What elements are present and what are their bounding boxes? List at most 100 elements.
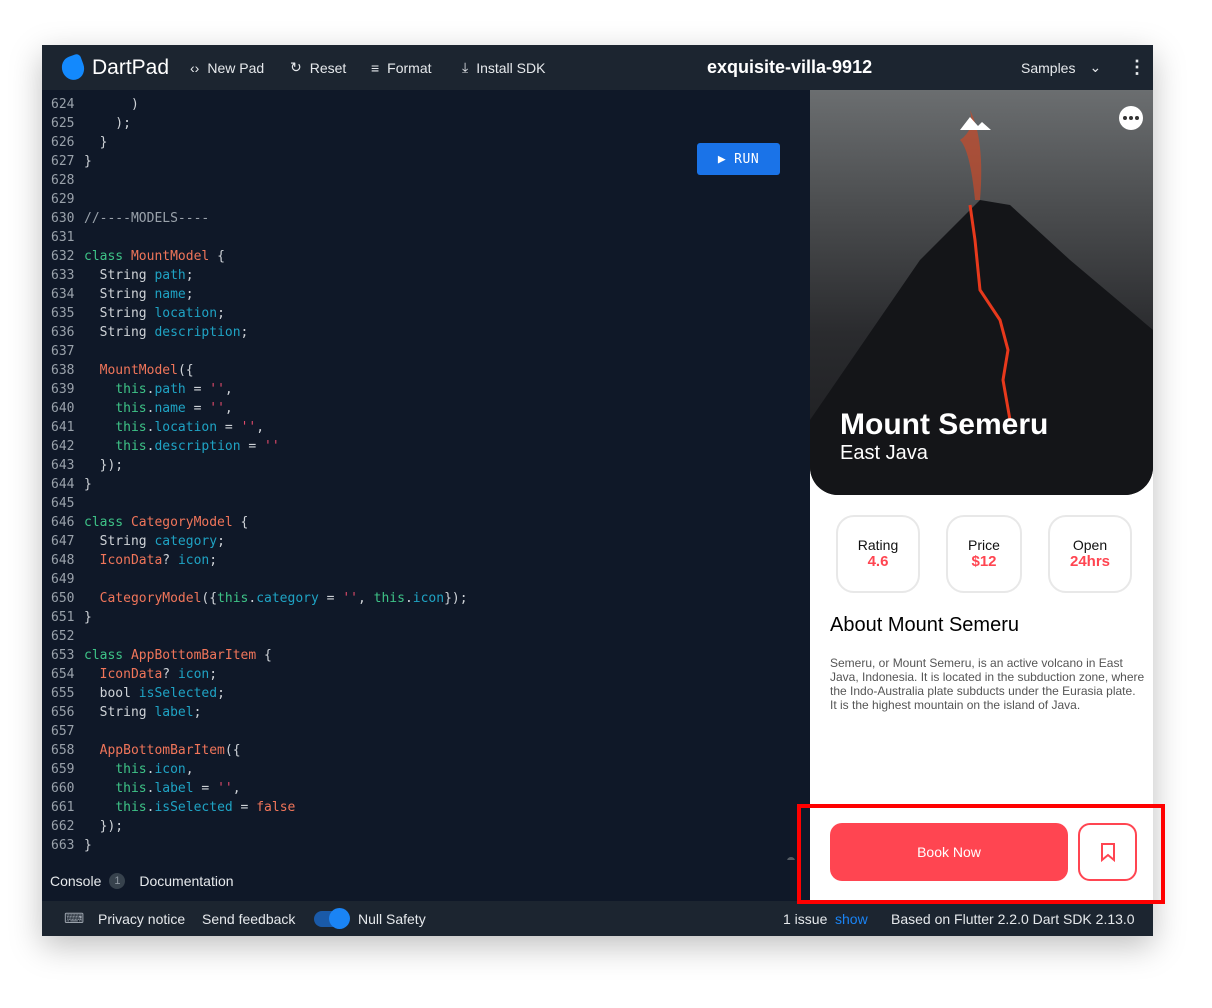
code-token: name: [154, 401, 186, 416]
stat-value: $12: [971, 553, 997, 570]
code-line: 649: [42, 570, 808, 589]
documentation-tab[interactable]: Documentation: [139, 873, 233, 889]
line-number: 633: [51, 268, 75, 283]
stat-value: 4.6: [867, 553, 889, 570]
refresh-icon: ↻: [290, 59, 302, 75]
code-line: 637: [42, 342, 808, 361]
stat-card-open: Open 24hrs: [1048, 515, 1132, 593]
hero-image: Mount Semeru East Java: [810, 90, 1153, 495]
code-token: });: [84, 819, 124, 834]
line-number: 646: [51, 515, 75, 530]
install-sdk-button[interactable]: ⤓ Install SDK: [462, 45, 545, 90]
code-token: this: [115, 420, 147, 435]
code-token: IconData: [99, 553, 163, 568]
line-number: 636: [51, 325, 75, 340]
keyboard-icon[interactable]: ⌨: [64, 901, 84, 936]
code-token: MountModel: [99, 363, 178, 378]
code-line: 656 String label;: [42, 703, 808, 722]
code-line: 659 this.icon,: [42, 760, 808, 779]
code-line: 663}: [42, 836, 808, 855]
line-number: 629: [51, 192, 75, 207]
code-line: 653 class AppBottomBarItem {: [42, 646, 808, 665]
code-token: String: [84, 268, 155, 283]
code-token: =: [185, 401, 210, 416]
privacy-notice-link[interactable]: Privacy notice: [98, 901, 185, 936]
toggle-switch[interactable]: [314, 907, 350, 929]
code-token: this: [115, 762, 147, 777]
reset-button[interactable]: ↻ Reset: [290, 45, 346, 90]
code-line: 660 this.label = '',: [42, 779, 808, 798]
code-token: this: [115, 439, 147, 454]
code-token: String: [84, 287, 155, 302]
code-line: 661 this.isSelected = false: [42, 798, 808, 817]
about-description: Semeru, or Mount Semeru, is an active vo…: [830, 656, 1145, 712]
code-token: ): [84, 97, 139, 112]
highlight-box: [797, 804, 1165, 904]
code-line: 647 String category;: [42, 532, 808, 551]
code-line: 625 );: [42, 114, 808, 133]
new-pad-label: New Pad: [207, 59, 265, 76]
stat-card-rating: Rating 4.6: [836, 515, 920, 593]
line-number: 641: [51, 420, 75, 435]
line-number: 652: [51, 629, 75, 644]
run-button[interactable]: ▶ RUN: [697, 143, 780, 175]
line-number: 660: [51, 781, 75, 796]
code-token: }: [84, 135, 108, 150]
code-line: 633 String path;: [42, 266, 808, 285]
new-pad-button[interactable]: ‹› New Pad: [190, 45, 264, 90]
line-number: 653: [51, 648, 75, 663]
stat-value: 24hrs: [1069, 553, 1111, 570]
line-number: 643: [51, 458, 75, 473]
code-token: ({: [177, 363, 194, 378]
null-safety-toggle[interactable]: Null Safety: [314, 901, 426, 936]
chevron-down-icon: ⌄: [1089, 59, 1102, 75]
code-editor[interactable]: 624 ) 625 ); 626 } 627} 628 629 630//----MODEL…: [42, 90, 808, 860]
format-button[interactable]: ≡ Format: [371, 45, 432, 90]
code-token: isSelected: [154, 800, 233, 815]
code-token: class: [84, 249, 124, 264]
sdk-version: Based on Flutter 2.2.0 Dart SDK 2.13.0: [891, 910, 1135, 927]
status-bar: ⌨ Privacy notice Send feedback Null Safe…: [42, 901, 1153, 936]
format-icon: ≡: [371, 59, 380, 76]
code-token: this: [115, 382, 147, 397]
line-number: 637: [51, 344, 75, 359]
mountain-icon: [960, 117, 991, 130]
code-line: 657: [42, 722, 808, 741]
line-number: 635: [51, 306, 75, 321]
line-number: 640: [51, 401, 75, 416]
line-number: 626: [51, 135, 75, 150]
samples-label: Samples: [1021, 59, 1076, 76]
code-line: 651}: [42, 608, 808, 627]
line-number: 656: [51, 705, 75, 720]
code-token: );: [84, 116, 131, 131]
line-number: 634: [51, 287, 75, 302]
code-line: 643 });: [42, 456, 808, 475]
show-issues-link[interactable]: show: [835, 901, 868, 936]
samples-dropdown[interactable]: Samples ⌄: [1021, 45, 1101, 90]
code-token: ;: [217, 306, 225, 321]
code-token: MountModel: [130, 249, 210, 264]
code-token: icon: [177, 667, 210, 682]
line-number: 638: [51, 363, 75, 378]
send-feedback-link[interactable]: Send feedback: [202, 901, 295, 936]
stat-label: Open: [1072, 537, 1108, 553]
code-line: 630 //----MODELS----: [42, 209, 808, 228]
mountain-name: Mount Semeru: [840, 408, 1049, 441]
line-number: 658: [51, 743, 75, 758]
code-token: name: [154, 287, 186, 302]
code-token: }: [84, 154, 92, 169]
code-line: 658 AppBottomBarItem({: [42, 741, 808, 760]
line-number: 649: [51, 572, 75, 587]
more-vert-icon[interactable]: ⋮: [1128, 45, 1146, 90]
line-number: 662: [51, 819, 75, 834]
code-token: {: [209, 249, 225, 264]
console-tab[interactable]: Console: [50, 873, 101, 889]
code-token: category: [154, 534, 218, 549]
code-token: ;: [209, 553, 218, 568]
dartpad-logo[interactable]: DartPad: [58, 45, 169, 90]
code-line: 645: [42, 494, 808, 513]
